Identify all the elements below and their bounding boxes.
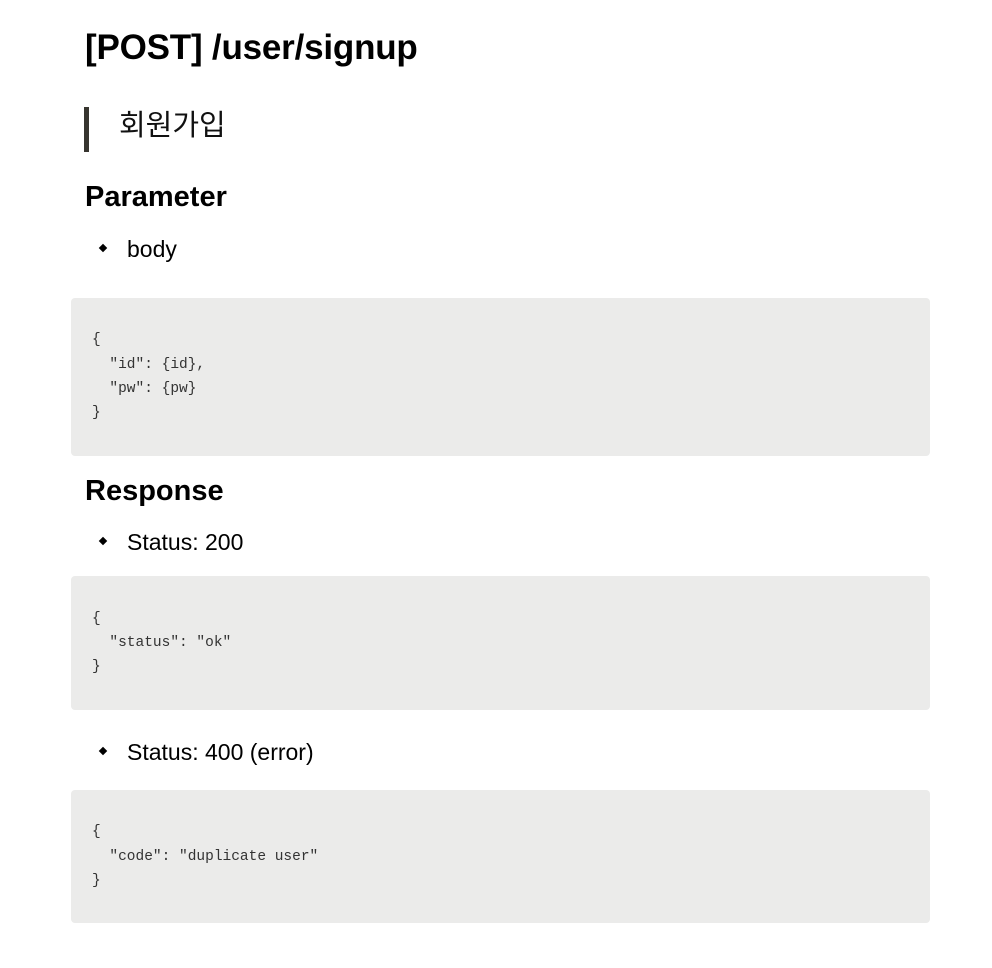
code-line: { bbox=[92, 824, 101, 840]
code-line: { bbox=[92, 611, 101, 627]
response-error-bullet-text: Status: 400 (error) bbox=[127, 739, 314, 765]
code-line: } bbox=[92, 659, 101, 675]
response-ok-code-block[interactable]: { "status": "ok" } bbox=[71, 576, 930, 710]
page-title: [POST] /user/signup bbox=[85, 28, 418, 67]
description-quote: 회원가입 bbox=[84, 107, 884, 152]
response-ok-bullet-text: Status: 200 bbox=[127, 529, 244, 555]
bullet-diamond-icon bbox=[98, 536, 108, 546]
code-line: { bbox=[92, 332, 101, 348]
parameter-heading: Parameter bbox=[85, 181, 227, 213]
quote-text: 회원가입 bbox=[119, 108, 226, 142]
code-line: "status": "ok" bbox=[92, 635, 232, 651]
document-page: [POST] /user/signup 회원가입 Parameter body … bbox=[0, 0, 992, 968]
code-line: } bbox=[92, 405, 101, 421]
response-error-code-block[interactable]: { "code": "duplicate user" } bbox=[71, 790, 930, 923]
code-line: } bbox=[92, 873, 101, 889]
parameter-code-block[interactable]: { "id": {id}, "pw": {pw} } bbox=[71, 298, 930, 456]
code-line: "id": {id}, bbox=[92, 357, 206, 373]
parameter-bullet-text: body bbox=[127, 236, 177, 262]
bullet-diamond-icon bbox=[98, 243, 108, 253]
response-heading: Response bbox=[85, 475, 224, 507]
code-line: "pw": {pw} bbox=[92, 381, 197, 397]
bullet-diamond-icon bbox=[98, 746, 108, 756]
code-line: "code": "duplicate user" bbox=[92, 849, 319, 865]
